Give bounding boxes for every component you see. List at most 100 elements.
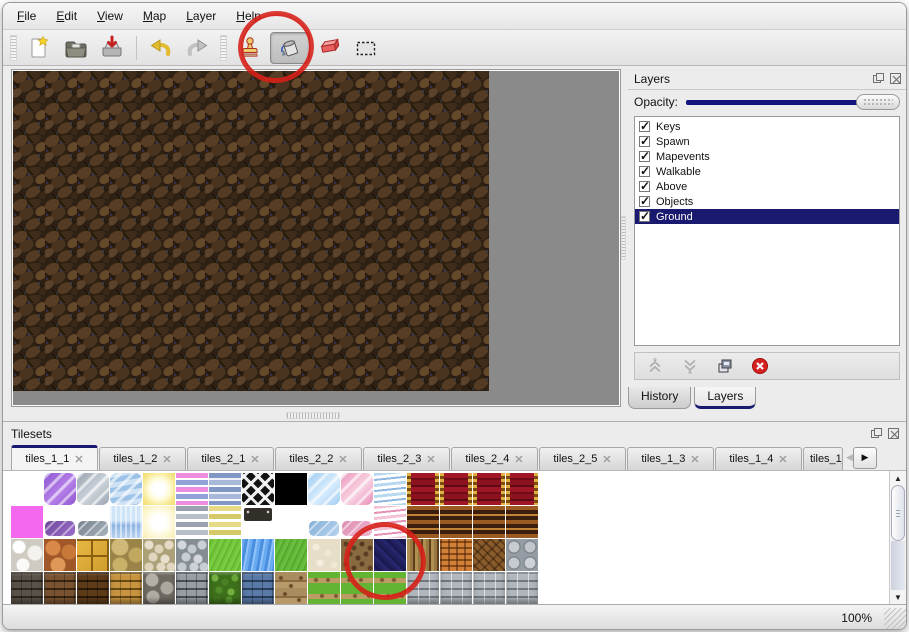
tile-stripes-pink[interactable] — [176, 473, 208, 505]
horizontal-splitter[interactable] — [3, 410, 623, 421]
layer-row-spawn[interactable]: Spawn — [635, 134, 899, 149]
menu-layer[interactable]: Layer — [176, 6, 226, 26]
tile-glow-yellow[interactable] — [143, 473, 175, 505]
tile-carpet-brown[interactable] — [407, 506, 439, 538]
tile-wall-gray2[interactable] — [440, 572, 472, 604]
tileset-tab-tiles_1_[interactable]: tiles_1_ — [803, 447, 843, 470]
tile-sand-pale[interactable] — [308, 539, 340, 571]
tile-glass-purple[interactable] — [44, 473, 76, 505]
tab-close-icon[interactable]: ✕ — [338, 453, 347, 466]
tile-hedge[interactable] — [209, 572, 241, 604]
tile-path-dirt[interactable] — [275, 572, 307, 604]
layer-row-walkable[interactable]: Walkable — [635, 164, 899, 179]
tile-path-grass[interactable] — [374, 572, 406, 604]
map-viewport[interactable] — [11, 69, 621, 407]
opacity-slider-thumb[interactable] — [856, 94, 900, 110]
tile-magenta[interactable] — [11, 506, 43, 538]
tile-wall-blue[interactable] — [242, 572, 274, 604]
tile-stripes-yellow[interactable] — [209, 506, 241, 538]
tile-carpet-brown[interactable] — [473, 506, 505, 538]
tile-stone-tan[interactable] — [110, 539, 142, 571]
tileset-tab-tiles_2_5[interactable]: tiles_2_5✕ — [539, 447, 626, 470]
float-window-icon[interactable] — [870, 427, 883, 440]
tile-stripes-blue[interactable] — [209, 473, 241, 505]
tile-brick-basket[interactable] — [440, 539, 472, 571]
eraser-tool-button[interactable] — [314, 33, 346, 63]
tile-carpet-red[interactable] — [506, 473, 538, 505]
tileset-tab-tiles_2_2[interactable]: tiles_2_2✕ — [275, 447, 362, 470]
tile-logs-gray[interactable] — [506, 539, 538, 571]
close-icon[interactable] — [887, 427, 900, 440]
tileset-tab-tiles_2_4[interactable]: tiles_2_4✕ — [451, 447, 538, 470]
tileset-tab-tiles_1_1[interactable]: tiles_1_1✕ — [11, 445, 98, 470]
tile-grass-green[interactable] — [275, 539, 307, 571]
tile-wall-gray2[interactable] — [506, 572, 538, 604]
tile-wood-planks[interactable] — [407, 539, 439, 571]
tile-glass-pink-half[interactable] — [341, 506, 373, 538]
tileset-tab-tiles_1_2[interactable]: tiles_1_2✕ — [99, 447, 186, 470]
tile-wall-graybrick[interactable] — [176, 572, 208, 604]
tile-grass-bright[interactable] — [209, 539, 241, 571]
tab-close-icon[interactable]: ✕ — [74, 453, 83, 466]
tile-carpet-red[interactable] — [440, 473, 472, 505]
tile-glass-pink[interactable] — [341, 473, 373, 505]
tile-wall-gray2[interactable] — [473, 572, 505, 604]
tile-wall-stone[interactable] — [143, 572, 175, 604]
tile-wall-gray2[interactable] — [407, 572, 439, 604]
tab-close-icon[interactable]: ✕ — [162, 453, 171, 466]
menu-edit[interactable]: Edit — [46, 6, 87, 26]
window-resize-grip[interactable] — [884, 608, 906, 630]
scrollbar-track[interactable] — [891, 541, 905, 590]
tile-glass-sky-half[interactable] — [308, 506, 340, 538]
delete-layer-button[interactable] — [750, 356, 770, 376]
tileset-tab-tiles_2_3[interactable]: tiles_2_3✕ — [363, 447, 450, 470]
tab-close-icon[interactable]: ✕ — [690, 453, 699, 466]
layer-row-objects[interactable]: Objects — [635, 194, 899, 209]
tile-glass-sky[interactable] — [308, 473, 340, 505]
tileset-tab-tiles_2_1[interactable]: tiles_2_1✕ — [187, 447, 274, 470]
tab-close-icon[interactable]: ✕ — [426, 453, 435, 466]
scroll-down-arrow[interactable]: ▼ — [890, 590, 906, 604]
tab-scroll-left-icon[interactable]: ◀ — [846, 452, 853, 463]
tile-lattice[interactable] — [242, 473, 274, 505]
tab-layers[interactable]: Layers — [694, 387, 756, 409]
tab-close-icon[interactable]: ✕ — [778, 453, 787, 466]
tileset-tab-tiles_1_3[interactable]: tiles_1_3✕ — [627, 447, 714, 470]
tile-stripes-gray[interactable] — [176, 506, 208, 538]
tile-empty[interactable] — [11, 473, 43, 505]
opacity-slider[interactable] — [686, 94, 900, 110]
layer-visibility-checkbox[interactable] — [639, 211, 650, 222]
tile-carpet-brown[interactable] — [506, 506, 538, 538]
tile-glow-pale[interactable] — [143, 506, 175, 538]
move-layer-down-button[interactable] — [680, 356, 700, 376]
tile-carpet-red[interactable] — [407, 473, 439, 505]
tile-glass-silver[interactable] — [77, 473, 109, 505]
tile-carpet-brown[interactable] — [440, 506, 472, 538]
tile-wall-gold[interactable] — [110, 572, 142, 604]
tab-close-icon[interactable]: ✕ — [250, 453, 259, 466]
menu-help[interactable]: Help — [226, 6, 271, 26]
layer-visibility-checkbox[interactable] — [639, 181, 650, 192]
toolbar-drag-handle-2[interactable] — [220, 35, 227, 61]
tile-path-grass[interactable] — [341, 572, 373, 604]
tileset-tab-tiles_1_4[interactable]: tiles_1_4✕ — [715, 447, 802, 470]
fill-tool-button[interactable] — [270, 32, 310, 64]
layer-row-above[interactable]: Above — [635, 179, 899, 194]
tile-waves-blue[interactable] — [374, 473, 406, 505]
layer-row-keys[interactable]: Keys — [635, 119, 899, 134]
tile-glass-silver-half[interactable] — [77, 506, 109, 538]
tile-sign-dark[interactable] — [242, 506, 274, 538]
menu-view[interactable]: View — [87, 6, 133, 26]
tile-waves-pink[interactable] — [374, 506, 406, 538]
vertical-splitter[interactable] — [621, 66, 628, 410]
layer-visibility-checkbox[interactable] — [639, 121, 650, 132]
close-icon[interactable] — [889, 72, 902, 85]
tile-glass-blue[interactable] — [110, 473, 142, 505]
toolbar-drag-handle[interactable] — [10, 35, 17, 61]
tile-wood-herringbone[interactable] — [473, 539, 505, 571]
layer-row-mapevents[interactable]: Mapevents — [635, 149, 899, 164]
scrollbar-thumb[interactable] — [891, 485, 905, 541]
menu-file[interactable]: File — [7, 6, 46, 26]
tile-tile-gold[interactable] — [77, 539, 109, 571]
tile-water-shimmer[interactable] — [110, 506, 142, 538]
